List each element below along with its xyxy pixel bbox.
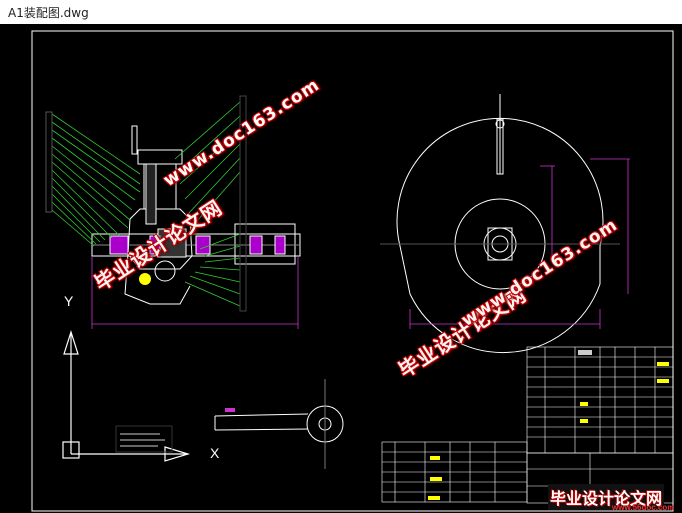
lever-detail [214, 379, 344, 469]
window-title: A1装配图.dwg [8, 6, 89, 20]
axis-labels: Y X [64, 293, 220, 461]
brand-url: www.56doc.com [612, 503, 675, 512]
parts-list-table [381, 441, 528, 503]
bom-table [526, 346, 674, 454]
x-axis-label: X [210, 445, 220, 461]
part-numbers-left [45, 111, 53, 213]
part-leaders-left [51, 113, 141, 247]
technical-notes [115, 425, 173, 453]
y-axis-label: Y [64, 293, 74, 309]
cad-drawing-canvas[interactable]: Y X www.doc163.com 毕业设计论文网 毕业设计论文网 www.d… [0, 24, 682, 513]
ucs-icon [62, 330, 191, 462]
title-bar: A1装配图.dwg [0, 0, 682, 24]
